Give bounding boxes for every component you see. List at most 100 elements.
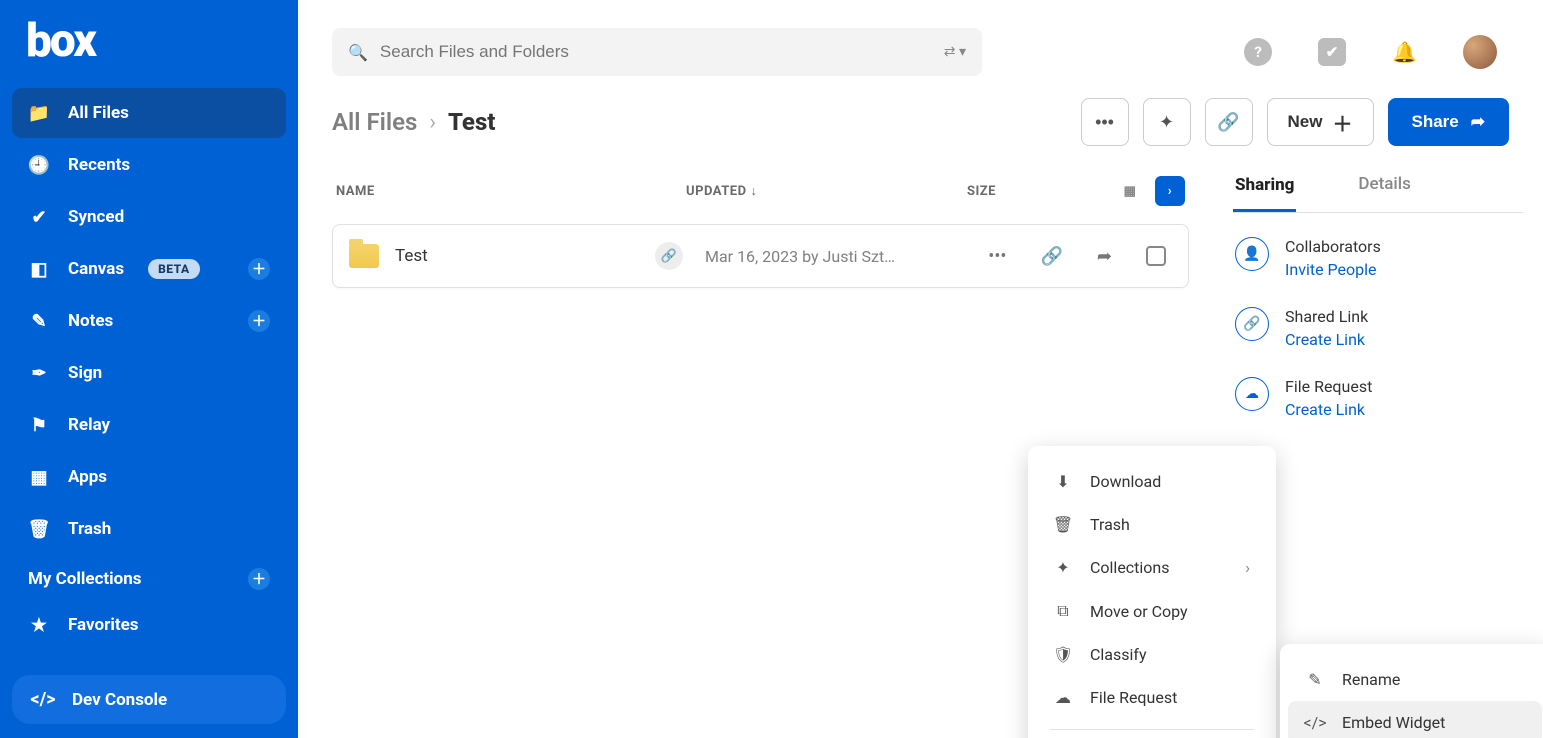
menu-item-label: Collections — [1090, 558, 1170, 577]
menu-item-label: Embed Widget — [1342, 713, 1445, 732]
sidebar-item-label: Favorites — [68, 615, 139, 635]
menu-item-move-or-copy[interactable]: ⧉ Move or Copy — [1036, 589, 1268, 633]
menu-divider — [1050, 729, 1254, 730]
beta-badge: BETA — [148, 259, 200, 279]
menu-item-label: Trash — [1090, 515, 1130, 534]
sidebar-item-apps[interactable]: ▦ Apps — [12, 452, 286, 502]
searchbox[interactable]: 🔍 ⇄ ▾ — [332, 28, 982, 76]
context-submenu: ✎ Rename </> Embed Widget 🏷 Add or Edit … — [1280, 644, 1543, 738]
add-collection-button[interactable]: ＋ — [248, 568, 270, 590]
link-icon: 🔗 — [1217, 112, 1239, 133]
create-shared-link[interactable]: Create Link — [1285, 330, 1368, 349]
menu-item-label: Classify — [1090, 645, 1147, 664]
sidebar-item-notes[interactable]: ✎ Notes ＋ — [12, 296, 286, 346]
create-file-request-link[interactable]: Create Link — [1285, 400, 1372, 419]
sidebar-item-favorites[interactable]: ★ Favorites — [12, 600, 286, 650]
column-updated-label: UPDATED — [686, 184, 747, 199]
sidebar: box 📁 All Files 🕘 Recents ✔ Synced ◧ Can… — [0, 0, 298, 738]
chevron-right-icon: › — [1245, 558, 1250, 577]
breadcrumb: All Files › Test — [332, 108, 495, 136]
tasks-icon[interactable]: ✔ — [1318, 38, 1346, 66]
file-updated: Mar 16, 2023 by Justi Szt… — [705, 247, 965, 266]
search-input[interactable] — [380, 42, 944, 62]
breadcrumb-current: Test — [448, 108, 495, 136]
row-checkbox[interactable] — [1146, 246, 1166, 266]
avatar[interactable] — [1463, 35, 1497, 69]
menu-item-file-request[interactable]: ☁ File Request — [1036, 676, 1268, 719]
menu-item-rename[interactable]: ✎ Rename — [1288, 658, 1542, 701]
add-canvas-button[interactable]: ＋ — [248, 258, 270, 280]
chevron-right-icon: › — [429, 110, 436, 135]
menu-item-embed-widget[interactable]: </> Embed Widget — [1288, 701, 1542, 738]
sidebar-item-all-files[interactable]: 📁 All Files — [12, 88, 286, 138]
help-icon[interactable]: ? — [1244, 38, 1272, 66]
sidebar-item-label: Synced — [68, 207, 124, 227]
invite-people-link[interactable]: Invite People — [1285, 260, 1381, 279]
download-icon: ⬇ — [1054, 472, 1072, 491]
grid-icon: ▦ — [28, 467, 50, 488]
add-to-collection-button[interactable]: ✦ — [1143, 98, 1191, 146]
file-name[interactable]: Test — [395, 246, 655, 266]
add-note-button[interactable]: ＋ — [248, 310, 270, 332]
breadcrumb-root[interactable]: All Files — [332, 108, 417, 136]
plus-icon: ＋ — [1333, 108, 1353, 137]
shield-icon: 🛡 — [1054, 645, 1072, 664]
action-buttons: ••• ✦ 🔗 New ＋ Share ➦ — [1081, 98, 1509, 146]
person-icon: 👤 — [1235, 237, 1269, 271]
sidebar-item-canvas[interactable]: ◧ Canvas BETA ＋ — [12, 244, 286, 294]
note-icon: ✎ — [28, 311, 50, 332]
signature-icon: ✒ — [28, 363, 50, 384]
shared-link-button[interactable]: 🔗 — [1205, 98, 1253, 146]
sidebar-item-trash[interactable]: 🗑 Trash — [12, 504, 286, 554]
search-filter-icon[interactable]: ⇄ ▾ — [944, 44, 966, 60]
column-size[interactable]: SIZE — [926, 184, 996, 199]
menu-item-classify[interactable]: 🛡 Classify — [1036, 633, 1268, 676]
menu-item-trash[interactable]: 🗑 Trash — [1036, 503, 1268, 546]
column-updated[interactable]: UPDATED ↓ — [686, 183, 926, 199]
sidebar-item-label: Apps — [68, 467, 107, 487]
shared-link-chip[interactable]: 🔗 — [655, 242, 683, 270]
table-row[interactable]: Test 🔗 Mar 16, 2023 by Justi Szt… ••• 🔗 … — [332, 224, 1189, 288]
menu-item-label: File Request — [1090, 688, 1177, 707]
context-menu: ⬇ Download 🗑 Trash ✦ Collections › ⧉ Mov… — [1028, 446, 1276, 738]
grid-view-button[interactable]: ▦ — [1115, 176, 1145, 206]
star-icon: ★ — [28, 615, 50, 636]
menu-item-download[interactable]: ⬇ Download — [1036, 460, 1268, 503]
sidebar-section-label: My Collections — [28, 569, 142, 589]
tab-details[interactable]: Details — [1356, 164, 1412, 208]
column-name[interactable]: NAME — [336, 184, 686, 199]
sidebar-item-sign[interactable]: ✒ Sign — [12, 348, 286, 398]
link-icon: 🔗 — [661, 249, 677, 264]
rp-section-file-request: ☁ File Request Create Link — [1233, 353, 1523, 423]
row-more-button[interactable]: ••• — [988, 246, 1006, 267]
collection-icon: ✦ — [1054, 558, 1072, 577]
more-options-button[interactable]: ••• — [1081, 98, 1129, 146]
row-share-button[interactable]: ➦ — [1097, 246, 1112, 267]
new-button-label: New — [1288, 112, 1323, 132]
share-button[interactable]: Share ➦ — [1388, 98, 1510, 146]
sidebar-item-relay[interactable]: ⚑ Relay — [12, 400, 286, 450]
sidebar-item-label: Recents — [68, 155, 130, 175]
topbar-right: ? ✔ 🔔 — [1244, 35, 1509, 69]
new-button[interactable]: New ＋ — [1267, 98, 1374, 146]
collapse-panel-button[interactable]: › — [1155, 176, 1185, 206]
rp-section-title: Collaborators — [1285, 237, 1381, 260]
sidebar-item-label: Trash — [68, 519, 111, 539]
flag-icon: ⚑ — [28, 415, 50, 436]
bell-icon[interactable]: 🔔 — [1392, 40, 1417, 64]
menu-item-label: Rename — [1342, 670, 1400, 689]
sidebar-item-label: Relay — [68, 415, 110, 435]
sidebar-item-synced[interactable]: ✔ Synced — [12, 192, 286, 242]
tab-sharing[interactable]: Sharing — [1233, 165, 1296, 212]
sidebar-item-recents[interactable]: 🕘 Recents — [12, 140, 286, 190]
cloud-up-icon: ☁ — [1235, 377, 1269, 411]
code-icon: </> — [32, 689, 54, 710]
row-actions: ••• 🔗 ➦ — [988, 246, 1172, 267]
trash-icon: 🗑 — [1054, 515, 1072, 534]
row-link-button[interactable]: 🔗 — [1040, 246, 1062, 267]
folder-icon — [349, 244, 379, 268]
dev-console-button[interactable]: </> Dev Console — [12, 675, 286, 724]
link-icon: 🔗 — [1235, 307, 1269, 341]
menu-item-collections[interactable]: ✦ Collections › — [1036, 546, 1268, 589]
column-headers: NAME UPDATED ↓ SIZE ▦ › — [332, 164, 1189, 224]
